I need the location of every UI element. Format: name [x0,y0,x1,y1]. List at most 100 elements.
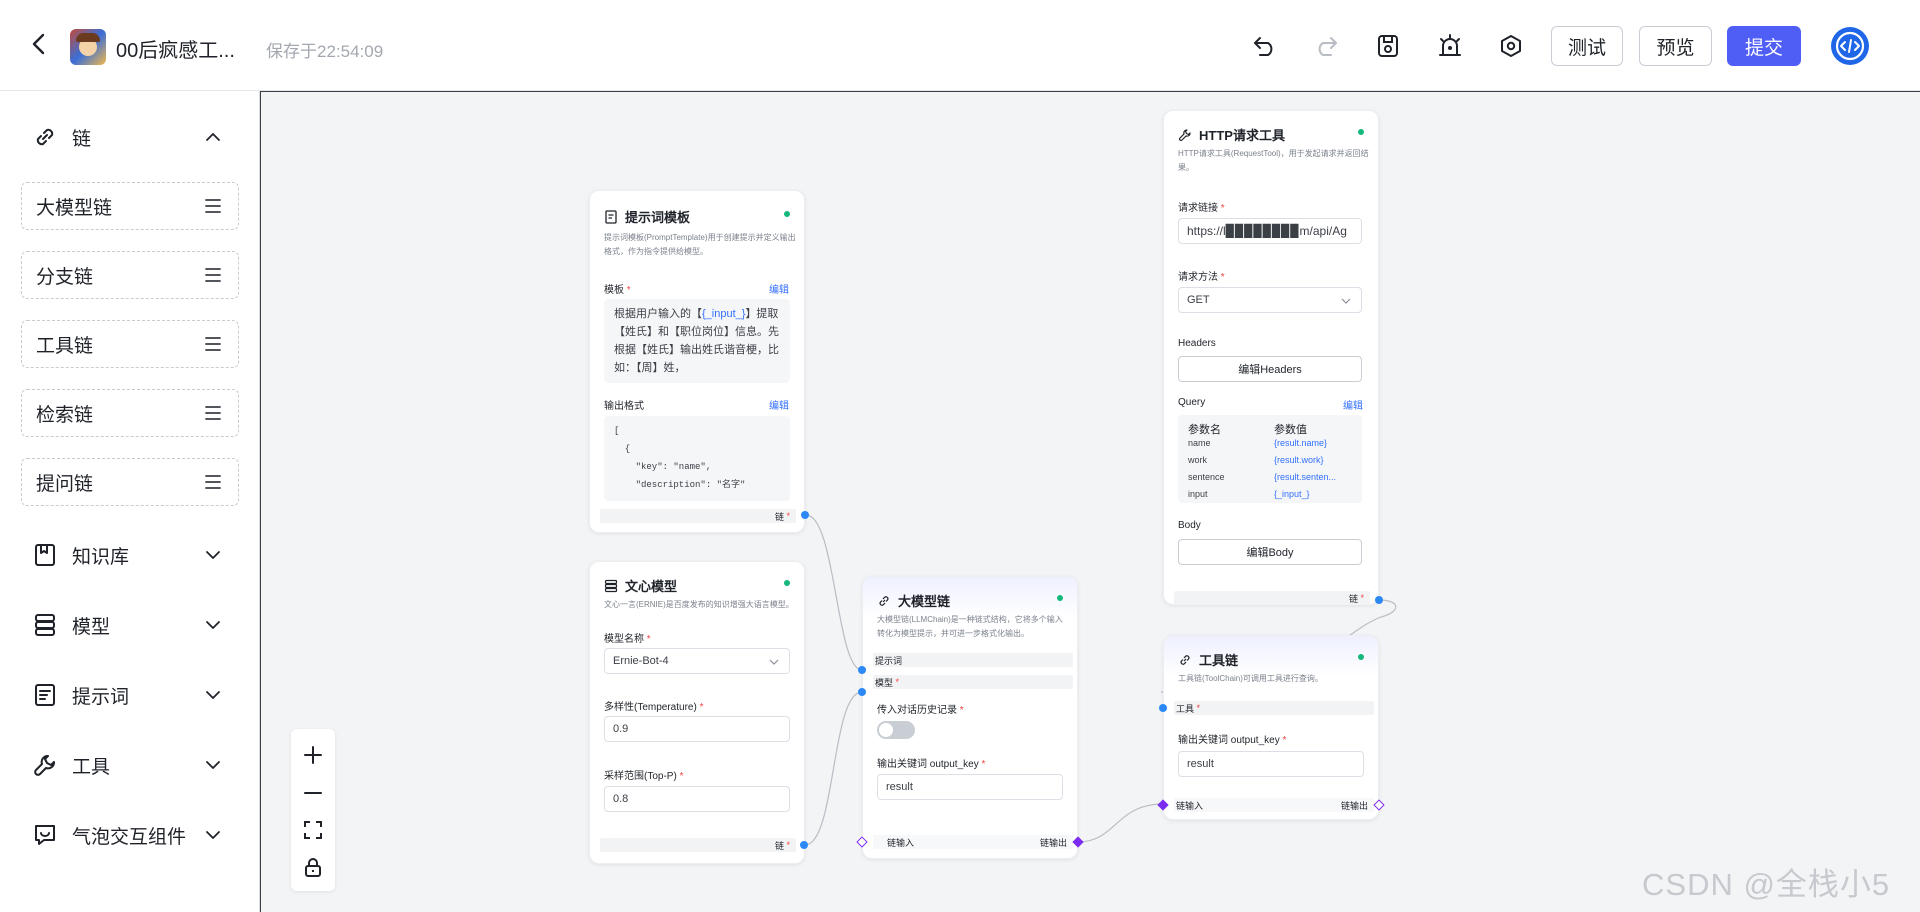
code-icon[interactable] [1831,27,1869,65]
model-chain-out-port[interactable] [800,841,808,849]
request-url-input[interactable]: https://l▉▉▉▉▉▉▉▉m/api/Ag [1178,218,1362,244]
output-format-preview[interactable]: [ { "key": "name", "description": "名字" [604,416,790,501]
template-preview[interactable]: 根据用户输入的【{_input_}】提取【姓氏】和【职位岗位】信息。先根据【姓氏… [604,299,790,383]
body-label: Body [1178,520,1201,531]
sidebar-section-chain[interactable]: 链 [32,117,91,157]
save-icon[interactable] [1371,29,1405,63]
test-button[interactable]: 测试 [1551,26,1623,66]
history-toggle[interactable] [877,721,915,739]
sidebar-item-question-chain[interactable]: 提问链 [21,458,239,506]
chevron-down-icon[interactable] [202,544,224,566]
app-title: 00后疯感工... [116,40,235,62]
chevron-down-icon[interactable] [202,824,224,846]
edit-body-button[interactable]: 编辑Body [1178,539,1362,565]
edit-query-link[interactable]: 编辑 [1343,397,1363,412]
node-description: 大模型链(LLMChain)是一种链式结构，它将多个输入转化为模型提示，并可进一… [877,615,1063,638]
undo-icon[interactable] [1248,29,1282,63]
field-label: 多样性(Temperature) * [604,702,704,713]
edge-llm-to-toolchain[interactable] [1077,803,1164,843]
prompt-template-node[interactable]: 提示词模板 提示词模板(PromptTemplate)用于创建提示并定义输出格式… [589,190,805,533]
sidebar-section-tools[interactable]: 工具 [32,745,110,785]
link-icon [36,128,54,146]
fit-view-icon[interactable] [301,818,325,842]
sidebar-item-label: 检索链 [36,404,94,426]
flow-canvas[interactable]: 提示词模板 提示词模板(PromptTemplate)用于创建提示并定义输出格式… [260,91,1920,912]
model-name-select[interactable]: Ernie-Bot-4 [604,648,790,674]
temperature-input[interactable]: 0.9 [604,716,790,742]
zoom-in-icon[interactable] [301,743,325,767]
menu-icon [205,199,221,213]
submit-button[interactable]: 提交 [1727,26,1801,66]
llm-chain-node[interactable]: 大模型链 大模型链(LLMChain)是一种链式结构，它将多个输入转化为模型提示… [862,576,1078,859]
book-icon [35,544,55,566]
watermark: CSDN @全栈小5 [1642,867,1891,902]
llm-output-key-input[interactable]: result [877,774,1063,800]
sidebar-item-label: 提问链 [36,473,94,495]
http-request-tool-node[interactable]: HTTP请求工具 HTTP请求工具(RequestTool)，用于发起请求并返回… [1163,110,1379,605]
sidebar-item-retrieval-chain[interactable]: 检索链 [21,389,239,437]
chevron-down-icon[interactable] [202,684,224,706]
sidebar-item-label: 大模型链 [36,197,113,219]
edge-prompt-to-llm[interactable] [805,514,863,671]
table-row: work {result.work} [1188,455,1324,465]
top-p-input[interactable]: 0.8 [604,786,790,812]
llm-prompt-in-port[interactable] [858,666,866,674]
request-method-select[interactable]: GET [1178,287,1362,313]
sidebar-section-knowledge[interactable]: 知识库 [32,535,129,575]
database-icon [604,579,618,592]
prompt-input-port-label: 提示词 [873,653,1073,667]
sidebar-section-bubble[interactable]: 气泡交互组件 [32,815,186,855]
debug-icon[interactable] [1433,29,1467,63]
edge-model-to-llm[interactable] [804,691,863,846]
chevron-up-icon[interactable] [202,126,224,148]
zoom-out-icon[interactable] [301,781,325,805]
chain-io-bar: 链输入 链输出 [873,835,1073,849]
model-input-port-label: 模型 * [873,675,1073,689]
field-label: 模型名称 * [604,634,651,645]
lock-icon[interactable] [301,855,325,879]
node-description: 提示词模板(PromptTemplate)用于创建提示并定义输出格式，作为指令提… [604,233,796,256]
sidebar-item-tool-chain[interactable]: 工具链 [21,320,239,368]
document-icon [35,684,55,706]
status-dot [1358,654,1364,660]
llm-model-in-port[interactable] [858,688,866,696]
headers-label: Headers [1178,338,1216,349]
chevron-down-icon[interactable] [202,754,224,776]
chat-bubble-icon [35,825,55,845]
document-icon [605,209,617,224]
node-description: HTTP请求工具(RequestTool)，用于发起请求并返回结果。 [1178,149,1369,172]
chain-output-port-label: 链 * [600,509,796,523]
node-title: 工具链 [1199,653,1239,668]
redo-icon[interactable] [1309,29,1343,63]
output-format-label: 输出格式 [604,401,644,412]
settings-icon[interactable] [1494,29,1528,63]
preview-button[interactable]: 预览 [1639,26,1712,66]
table-header: 参数名 参数值 [1188,424,1307,436]
sidebar-section-prompt[interactable]: 提示词 [32,675,129,715]
tool-chain-node[interactable]: 工具链 工具链(ToolChain)可调用工具进行查询。 工具 * 输出关键词 … [1163,635,1379,820]
sidebar-item-llm-chain[interactable]: 大模型链 [21,182,239,230]
field-label: 请求方法 * [1178,272,1225,283]
tool-output-key-input[interactable]: result [1178,751,1364,777]
tool-input-port-label: 工具 * [1174,701,1374,715]
toolchain-tool-in-port[interactable] [1159,704,1167,712]
sidebar-item-branch-chain[interactable]: 分支链 [21,251,239,299]
sidebar-section-model[interactable]: 模型 [32,605,110,645]
table-row: input {_input_} [1188,489,1310,499]
query-table[interactable]: 参数名 参数值 name {result.name} work {result.wor… [1178,415,1362,503]
chevron-down-icon[interactable] [202,614,224,636]
field-label: 请求链接 * [1178,203,1225,214]
chevron-down-icon [769,659,779,665]
edit-template-link[interactable]: 编辑 [769,281,789,296]
back-icon[interactable] [24,30,52,58]
http-chain-out-port[interactable] [1375,596,1383,604]
wenxin-model-node[interactable]: 文心模型 文心一言(ERNIE)是百度发布的知识增强大语言模型。 模型名称 * … [589,561,805,864]
menu-icon [205,337,221,351]
edit-headers-button[interactable]: 编辑Headers [1178,356,1362,382]
component-sidebar: 链 大模型链 分支链 工具链 检索链 提问链 知识库 模型 提示词 工具 气泡交… [0,91,260,912]
node-title: 大模型链 [898,594,951,609]
node-title: HTTP请求工具 [1199,128,1285,143]
database-icon [35,614,55,636]
edit-output-link[interactable]: 编辑 [769,397,789,412]
prompt-chain-out-port[interactable] [801,511,809,519]
